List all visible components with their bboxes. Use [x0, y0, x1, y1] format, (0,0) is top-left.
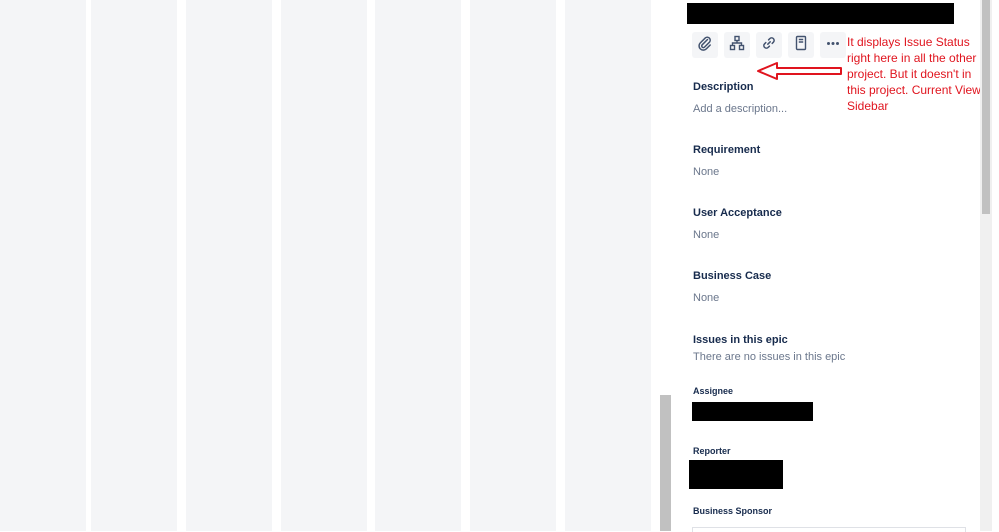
- sidebar-scrollbar-thumb[interactable]: [982, 0, 990, 214]
- user-acceptance-value[interactable]: None: [693, 229, 719, 241]
- business-case-value[interactable]: None: [693, 292, 719, 304]
- board-column: [470, 0, 556, 531]
- issues-in-epic-label: Issues in this epic: [693, 334, 788, 346]
- board-area: [0, 0, 660, 531]
- description-label: Description: [693, 81, 754, 93]
- redacted-issue-title: [687, 3, 954, 24]
- more-icon: [825, 35, 841, 56]
- link-issue-button[interactable]: [756, 32, 782, 58]
- redacted-reporter[interactable]: [689, 460, 783, 489]
- reporter-label: Reporter: [693, 446, 731, 456]
- business-sponsor-label: Business Sponsor: [693, 506, 773, 516]
- board-column: [375, 0, 461, 531]
- hierarchy-icon: [729, 35, 745, 56]
- annotation-note: It displays Issue Status right here in a…: [847, 35, 985, 113]
- page-button[interactable]: [788, 32, 814, 58]
- assignee-label: Assignee: [693, 386, 734, 396]
- more-actions-button[interactable]: [820, 32, 846, 58]
- board-scrollbar-thumb[interactable]: [660, 395, 671, 531]
- board-column: [281, 0, 367, 531]
- business-case-label: Business Case: [693, 270, 772, 282]
- board-column: [186, 0, 272, 531]
- attach-button[interactable]: [692, 32, 718, 58]
- redacted-assignee[interactable]: [692, 402, 813, 421]
- board-column: [0, 0, 86, 531]
- board-column: [91, 0, 177, 531]
- business-sponsor-field[interactable]: [692, 527, 966, 532]
- requirement-value[interactable]: None: [693, 166, 719, 178]
- child-issue-button[interactable]: [724, 32, 750, 58]
- document-icon: [793, 35, 809, 56]
- paperclip-icon: [697, 35, 713, 56]
- user-acceptance-label: User Acceptance: [693, 207, 782, 219]
- link-icon: [761, 35, 777, 56]
- issues-in-epic-value: There are no issues in this epic: [693, 351, 846, 363]
- annotation-arrow-icon: [757, 62, 842, 80]
- requirement-label: Requirement: [693, 144, 761, 156]
- board-column: [565, 0, 651, 531]
- description-field[interactable]: Add a description...: [693, 103, 787, 115]
